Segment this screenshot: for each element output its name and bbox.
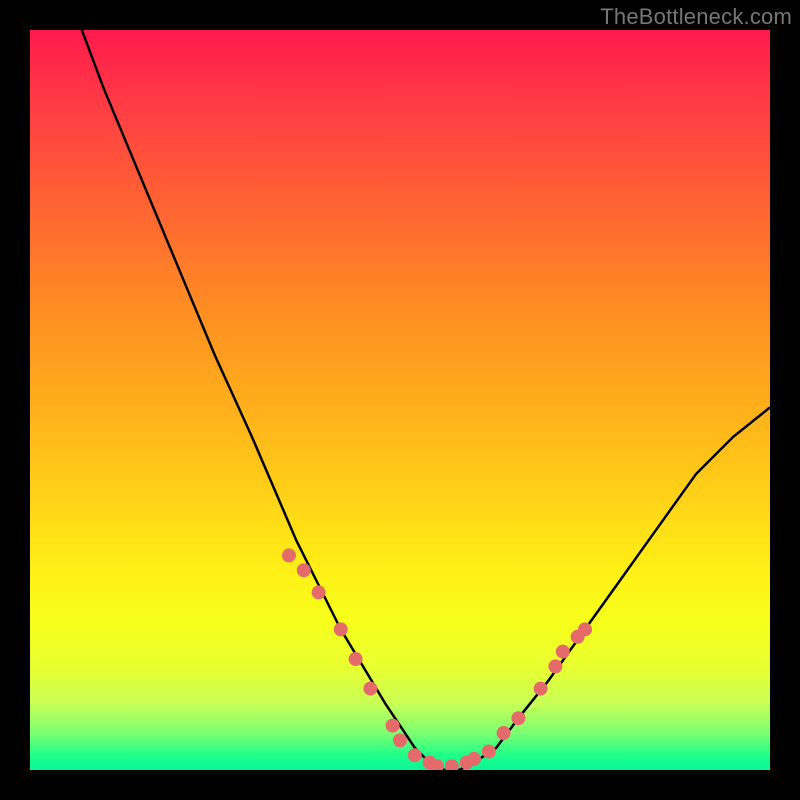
- curve-marker: [408, 748, 422, 762]
- curve-marker: [548, 659, 562, 673]
- watermark-text: TheBottleneck.com: [600, 4, 792, 30]
- bottleneck-curve-line: [82, 30, 770, 770]
- chart-svg: [30, 30, 770, 770]
- curve-marker: [467, 752, 481, 766]
- chart-frame: TheBottleneck.com: [0, 0, 800, 800]
- curve-marker: [511, 711, 525, 725]
- curve-marker: [497, 726, 511, 740]
- curve-marker: [393, 733, 407, 747]
- curve-marker: [556, 645, 570, 659]
- curve-markers: [282, 548, 592, 770]
- curve-marker: [578, 622, 592, 636]
- curve-marker: [334, 622, 348, 636]
- curve-marker: [312, 585, 326, 599]
- curve-marker: [349, 652, 363, 666]
- chart-plot-area: [30, 30, 770, 770]
- curve-marker: [445, 759, 459, 770]
- curve-marker: [297, 563, 311, 577]
- curve-marker: [363, 682, 377, 696]
- curve-marker: [482, 745, 496, 759]
- curve-marker: [282, 548, 296, 562]
- curve-marker: [534, 682, 548, 696]
- curve-marker: [386, 719, 400, 733]
